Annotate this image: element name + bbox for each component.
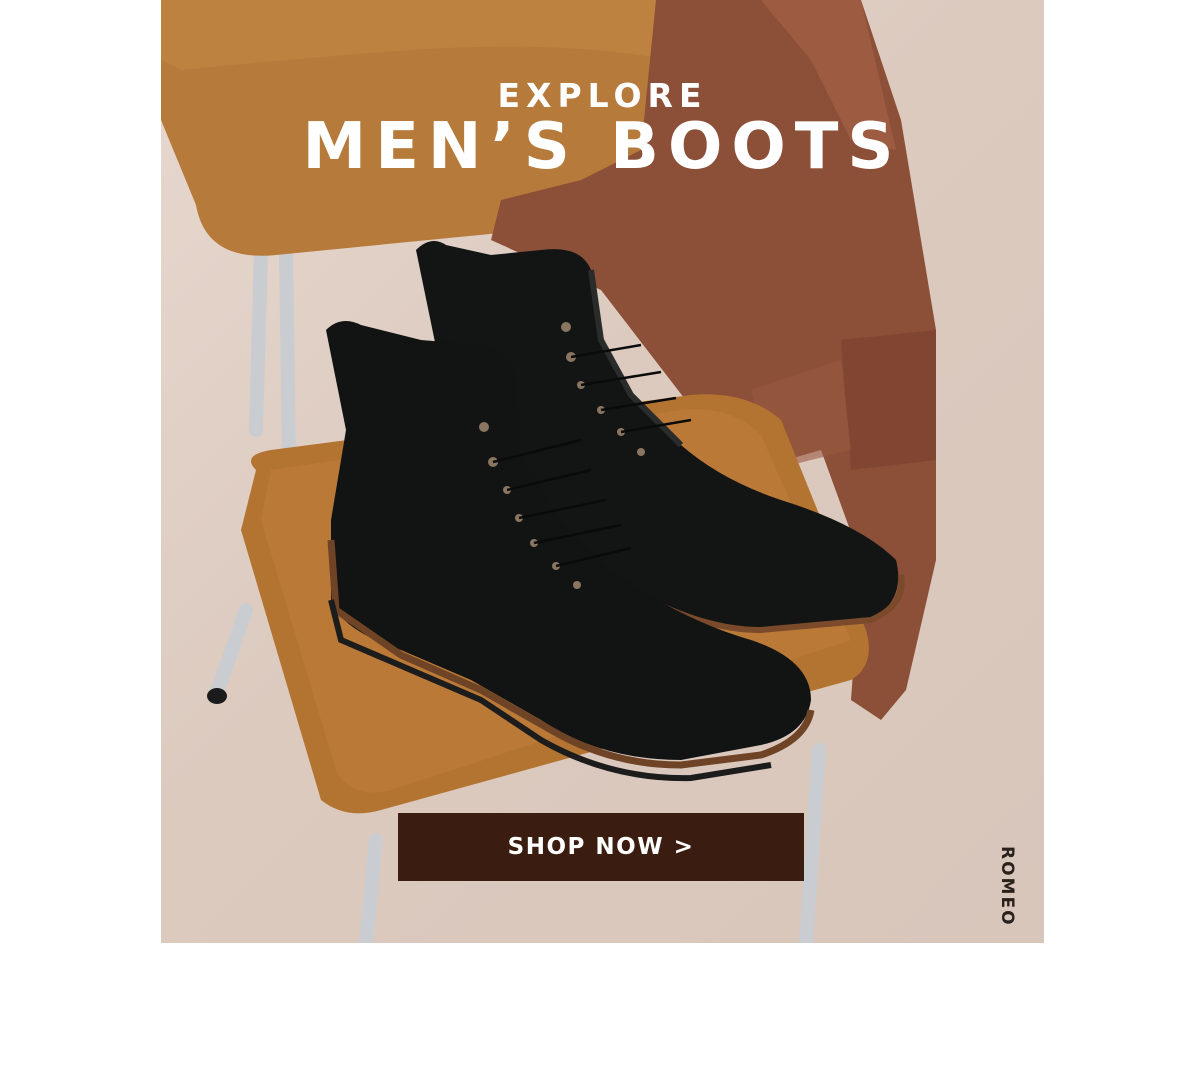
hero-banner[interactable]: EXPLORE MEN’S BOOTS SHOP NOW > ROMEO [161,0,1044,943]
headline-title: MEN’S BOOTS [302,110,903,184]
product-credit-label: ROMEO [997,846,1017,927]
shop-now-button[interactable]: SHOP NOW > [398,813,804,881]
